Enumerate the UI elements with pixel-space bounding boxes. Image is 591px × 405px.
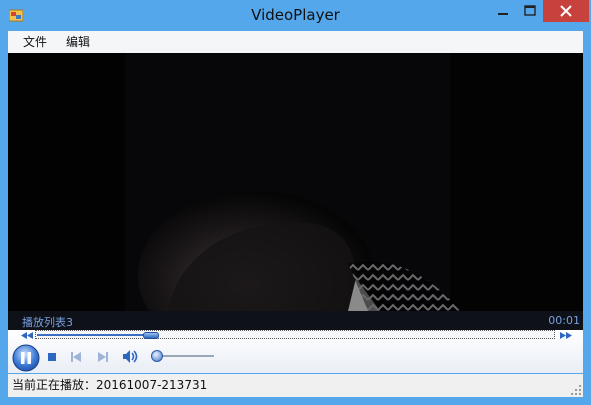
playlist-label[interactable]: 播放列表3 <box>22 314 73 330</box>
next-icon[interactable] <box>97 351 109 363</box>
status-text: 当前正在播放：20161007-213731 <box>12 378 208 392</box>
previous-icon[interactable] <box>70 351 82 363</box>
video-frame <box>8 53 583 311</box>
minimize-icon <box>498 13 508 15</box>
pause-icon[interactable] <box>12 344 40 372</box>
menu-edit[interactable]: 编辑 <box>66 31 90 53</box>
close-icon <box>560 5 572 17</box>
window: VideoPlayer 文件 编辑 播放列表3 00:01 当前正在播放：201… <box>0 0 591 405</box>
title-bar[interactable]: VideoPlayer <box>0 0 591 30</box>
volume-icon[interactable] <box>122 349 140 364</box>
seek-bar[interactable] <box>35 330 555 339</box>
control-panel: 播放列表3 00:01 <box>8 311 583 373</box>
rewind-icon[interactable] <box>21 332 33 339</box>
seek-progress <box>37 334 151 336</box>
volume-slider[interactable] <box>158 355 214 357</box>
volume-thumb[interactable] <box>151 350 163 362</box>
maximize-icon <box>524 5 536 16</box>
menu-file[interactable]: 文件 <box>23 31 47 53</box>
time-display: 00:01 <box>548 314 580 327</box>
close-button[interactable] <box>543 0 589 22</box>
video-area[interactable] <box>8 53 583 311</box>
stop-icon[interactable] <box>47 352 57 362</box>
fast-forward-icon[interactable] <box>560 332 572 339</box>
minimize-button[interactable] <box>489 0 517 22</box>
seek-thumb[interactable] <box>143 332 159 339</box>
menu-bar: 文件 编辑 <box>8 31 583 53</box>
status-bar: 当前正在播放：20161007-213731 <box>8 374 583 397</box>
resize-grip-icon[interactable] <box>571 385 581 395</box>
maximize-button[interactable] <box>517 0 543 22</box>
